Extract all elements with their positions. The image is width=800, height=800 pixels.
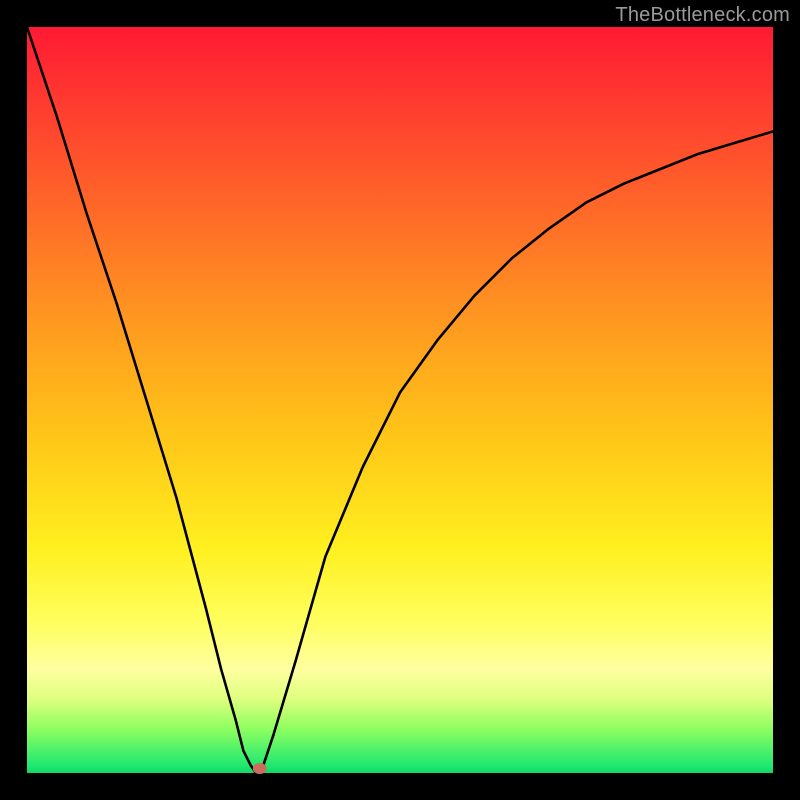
- watermark-text: TheBottleneck.com: [615, 4, 790, 27]
- chart-frame: TheBottleneck.com: [0, 0, 800, 800]
- plot-area: [27, 27, 773, 773]
- minimum-marker: [253, 763, 267, 774]
- bottleneck-curve: [27, 27, 773, 773]
